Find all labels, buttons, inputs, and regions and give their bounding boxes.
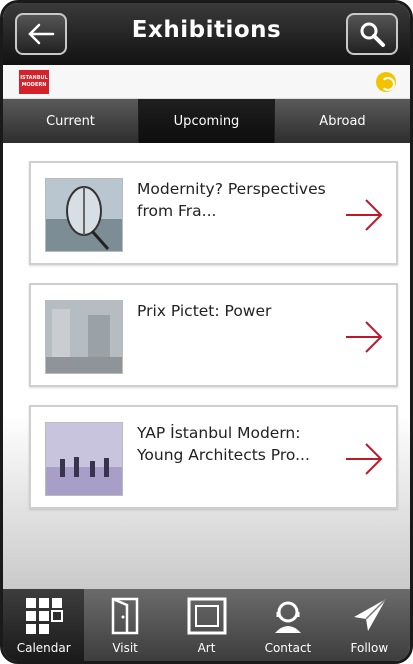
nav-follow[interactable]: Follow: [329, 589, 410, 661]
istanbul-modern-logo[interactable]: ISTANBUL MODERN: [19, 70, 49, 94]
exhibition-title: Modernity? Perspectives from Fra...: [137, 180, 326, 220]
exhibition-thumbnail: [45, 178, 123, 252]
nav-art[interactable]: Art: [166, 589, 247, 661]
tab-current[interactable]: Current: [3, 99, 139, 143]
search-button[interactable]: [346, 13, 398, 55]
calendar-icon: [25, 598, 63, 634]
exhibition-card[interactable]: Prix Pictet: Power: [29, 283, 398, 387]
headset-icon: [274, 601, 301, 633]
brand-bar: ISTANBUL MODERN: [3, 65, 410, 99]
exhibition-title: Prix Pictet: Power: [137, 302, 272, 320]
arrow-right-icon[interactable]: [344, 441, 384, 477]
exhibition-thumbnail: [45, 300, 123, 374]
exhibition-card[interactable]: YAP İstanbul Modern: Young Architects Pr…: [29, 405, 398, 509]
nav-contact[interactable]: Contact: [247, 589, 328, 661]
search-icon: [360, 22, 385, 47]
tab-abroad[interactable]: Abroad: [275, 99, 410, 143]
paper-plane-icon: [354, 598, 387, 631]
arrow-right-icon[interactable]: [344, 319, 384, 355]
door-icon: [111, 597, 139, 635]
exhibition-list: Modernity? Perspectives from Fra... Prix…: [3, 143, 410, 595]
nav-calendar[interactable]: Calendar: [3, 589, 85, 661]
bottom-nav: Calendar Visit Art Contact Follow: [3, 589, 410, 661]
app-screen: Exhibitions ISTANBUL MODERN Current Upco…: [0, 0, 413, 664]
exhibition-thumbnail: [45, 422, 123, 496]
sponsor-logo-icon: [376, 72, 396, 92]
exhibition-tabs: Current Upcoming Abroad: [3, 99, 410, 143]
nav-visit[interactable]: Visit: [84, 589, 165, 661]
frame-icon: [187, 597, 227, 635]
exhibition-card[interactable]: Modernity? Perspectives from Fra...: [29, 161, 398, 265]
tab-upcoming[interactable]: Upcoming: [139, 99, 275, 143]
title-bar: Exhibitions: [3, 3, 410, 65]
arrow-right-icon[interactable]: [344, 197, 384, 233]
exhibition-title: YAP İstanbul Modern: Young Architects Pr…: [137, 424, 310, 464]
